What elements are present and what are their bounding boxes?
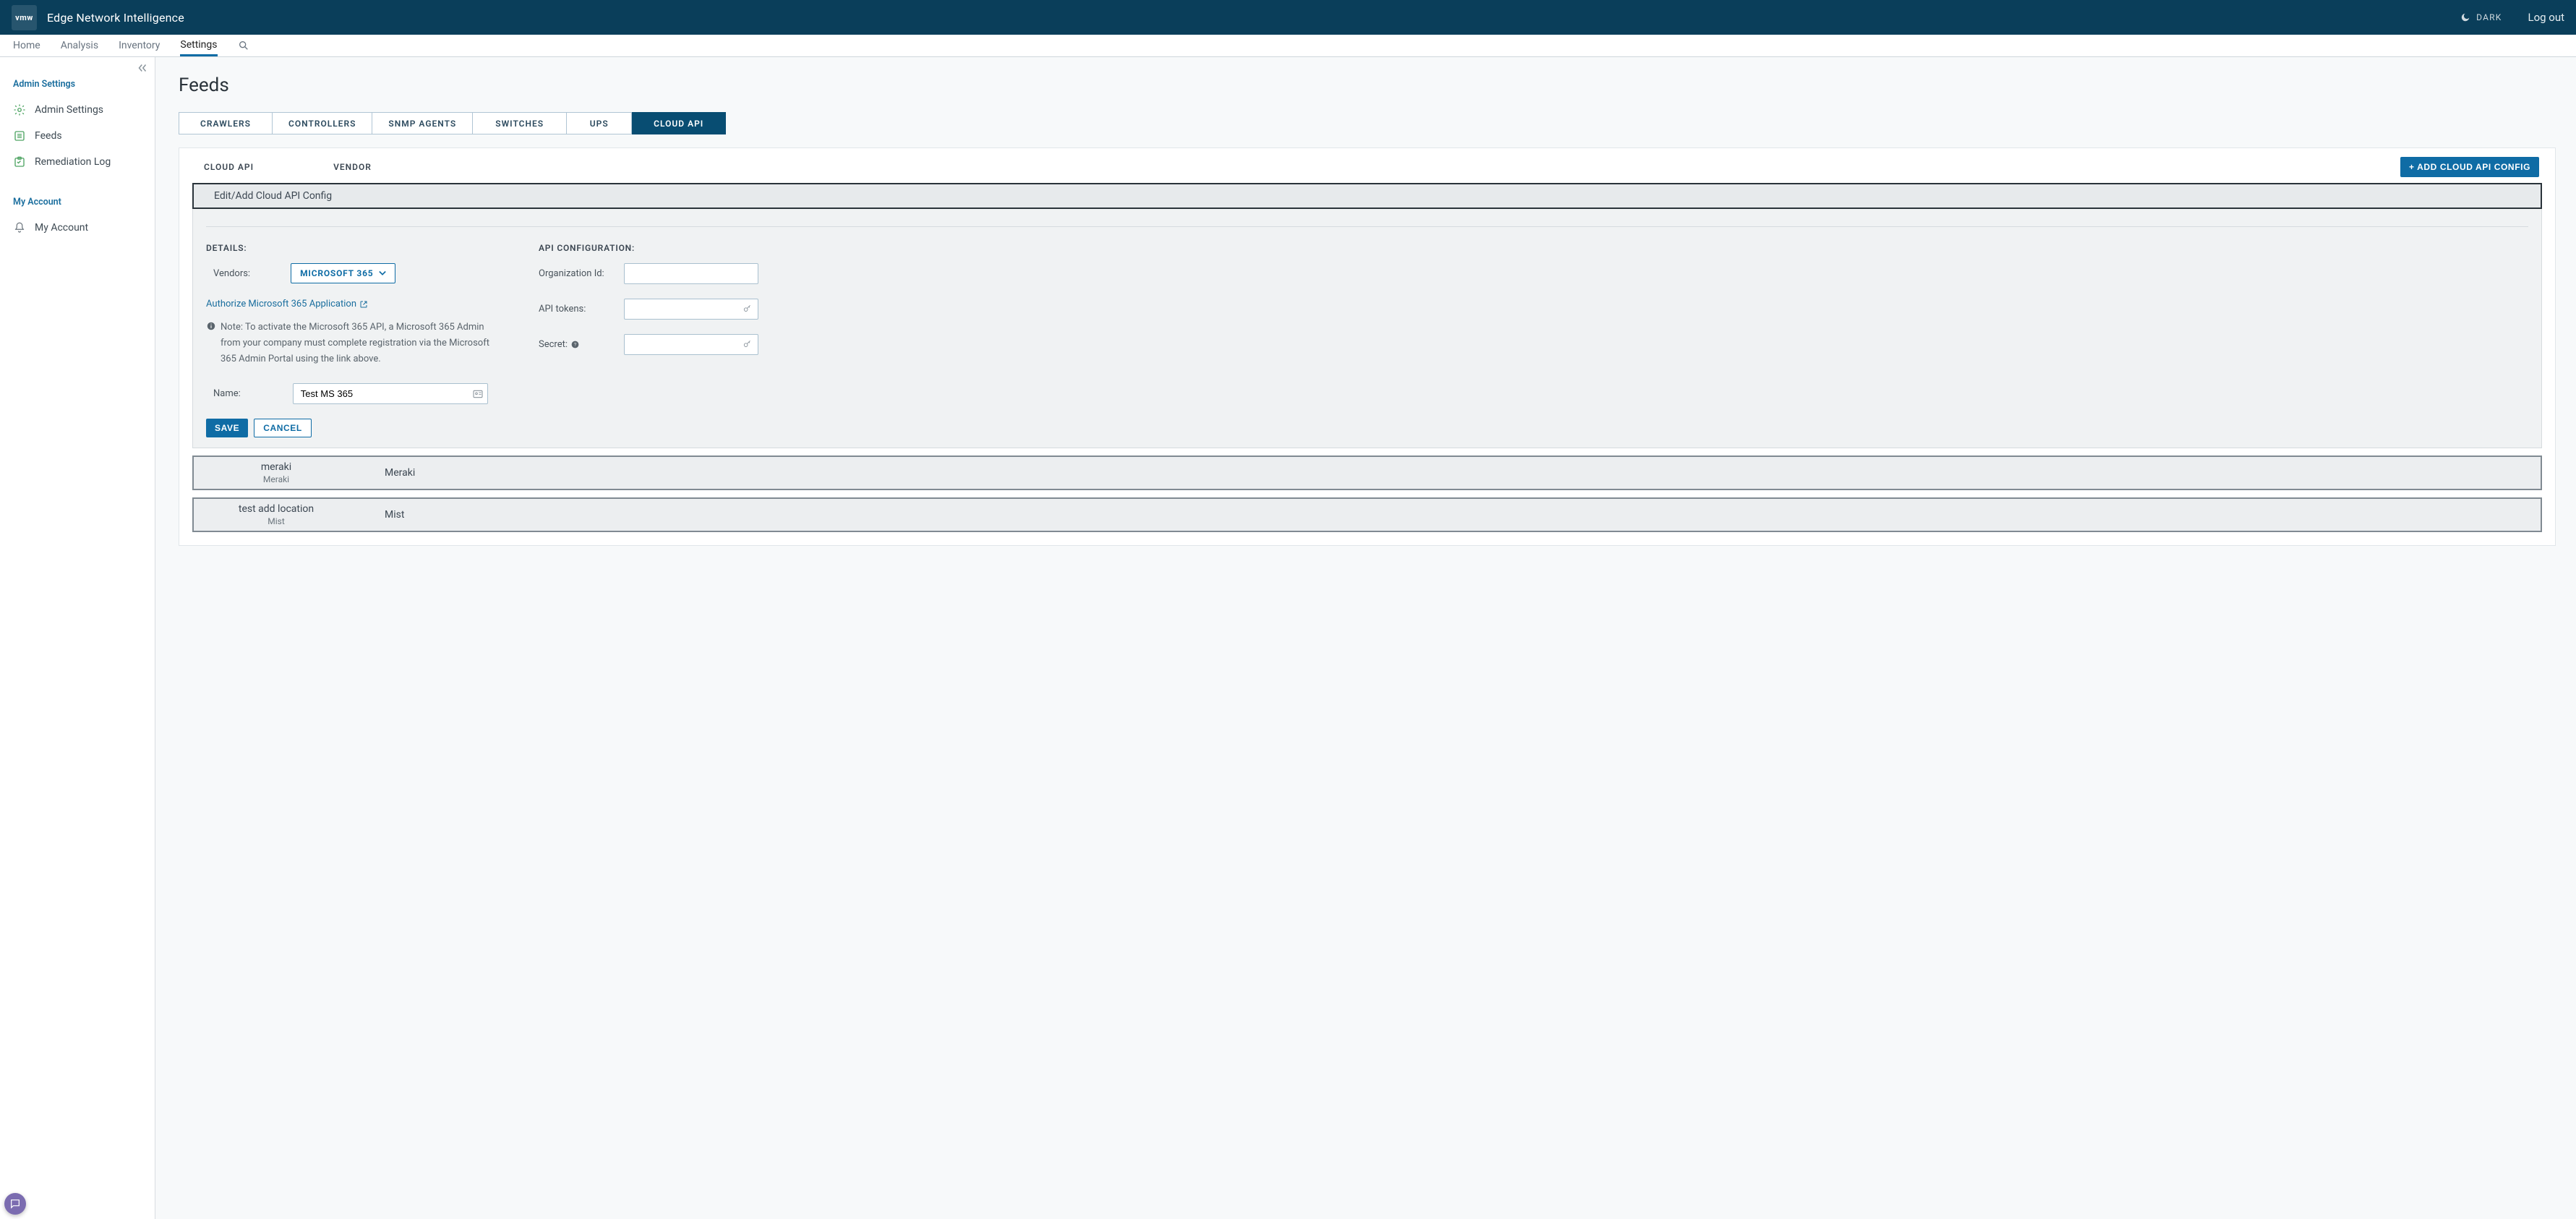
form-buttons: SAVE CANCEL [206,419,495,437]
tab-controllers[interactable]: CONTROLLERS [273,112,372,134]
org-id-input[interactable] [624,263,758,284]
main-content: Feeds CRAWLERS CONTROLLERS SNMP AGENTS S… [155,57,2576,1219]
row-secondary: Mist [211,516,341,526]
main-nav: Home Analysis Inventory Settings [0,35,2576,57]
help-chat-button[interactable] [4,1193,26,1215]
app-title: Edge Network Intelligence [47,11,184,25]
save-button[interactable]: SAVE [206,419,248,437]
vendor-select[interactable]: MICROSOFT 365 [291,263,395,283]
sidebar-item-label: Admin Settings [35,104,103,116]
app-header: vmw Edge Network Intelligence DARK Log o… [0,0,2576,35]
sidebar: Admin Settings Admin Settings Feeds Reme… [0,57,155,1219]
sidebar-item-admin-settings[interactable]: Admin Settings [0,97,155,123]
page-title: Feeds [179,74,2556,96]
info-icon [206,321,216,367]
vendors-label: Vendors: [213,268,250,279]
vmw-logo: vmw [12,5,37,30]
chat-icon [9,1198,21,1210]
sidebar-collapse-button[interactable] [136,61,149,74]
nav-settings[interactable]: Settings [180,35,217,56]
sidebar-section-account: My Account [0,175,155,215]
cancel-button[interactable]: CANCEL [254,419,312,437]
key-icon [743,339,754,351]
feed-type-tabs: CRAWLERS CONTROLLERS SNMP AGENTS SWITCHE… [179,112,2556,134]
secret-label: Secret: ? [539,339,612,350]
org-id-row: Organization Id: [539,263,770,284]
api-tokens-label: API tokens: [539,304,612,315]
tab-switches[interactable]: SWITCHES [473,112,567,134]
sidebar-item-label: Remediation Log [35,156,111,168]
org-id-label: Organization Id: [539,268,612,279]
nav-analysis[interactable]: Analysis [61,35,98,56]
note-text: Note: To activate the Microsoft 365 API,… [206,320,495,367]
api-tokens-input[interactable] [624,299,758,320]
tab-crawlers[interactable]: CRAWLERS [179,112,273,134]
sidebar-item-label: My Account [35,222,88,234]
chevrons-left-icon [136,61,149,74]
sidebar-item-feeds[interactable]: Feeds [0,123,155,149]
tab-cloud-api[interactable]: CLOUD API [632,112,726,134]
bell-icon [13,221,26,234]
details-label: DETAILS: [206,243,495,253]
external-link-icon [359,300,368,309]
name-input[interactable] [293,383,488,404]
theme-label: DARK [2476,12,2502,22]
sidebar-section-admin: Admin Settings [0,57,155,97]
contact-card-icon [472,388,484,400]
nav-search-button[interactable] [238,40,249,51]
caret-down-icon [379,270,386,276]
note-prefix: Note: [221,322,243,333]
nav-home[interactable]: Home [13,35,40,56]
list-icon [13,129,26,142]
row-primary: meraki [211,461,341,473]
sidebar-item-label: Feeds [35,130,62,142]
row-vendor: Meraki [385,467,415,479]
row-primary: test add location [211,503,341,515]
logout-link[interactable]: Log out [2528,11,2564,24]
api-tokens-row: API tokens: [539,299,770,320]
col-header-vendor: VENDOR [333,162,372,172]
tab-ups[interactable]: UPS [567,112,632,134]
nav-inventory[interactable]: Inventory [119,35,160,56]
theme-toggle[interactable]: DARK [2460,12,2502,22]
name-row: Name: [206,383,495,404]
sidebar-item-remediation-log[interactable]: Remediation Log [0,149,155,175]
checklist-icon [13,155,26,168]
help-icon[interactable]: ? [570,340,580,349]
row-secondary: Meraki [211,474,341,484]
cloud-api-panel: CLOUD API VENDOR + ADD CLOUD API CONFIG … [179,147,2556,546]
tab-snmp-agents[interactable]: SNMP AGENTS [372,112,473,134]
api-config-label: API CONFIGURATION: [539,243,770,253]
key-icon [743,304,754,315]
authorize-ms365-link[interactable]: Authorize Microsoft 365 Application [206,299,368,309]
col-header-cloud-api: CLOUD API [204,162,254,172]
secret-row: Secret: ? [539,334,770,355]
sidebar-item-my-account[interactable]: My Account [0,215,155,241]
note-body: To activate the Microsoft 365 API, a Mic… [221,322,489,364]
name-label: Name: [213,388,241,399]
edit-banner: Edit/Add Cloud API Config [192,183,2542,209]
logo-text: vmw [15,13,33,22]
edit-form: DETAILS: Vendors: MICROSOFT 365 [192,209,2542,448]
api-config-column: API CONFIGURATION: Organization Id: API … [539,243,770,437]
vendor-selected-value: MICROSOFT 365 [300,268,373,278]
secret-input[interactable] [624,334,758,355]
gear-icon [13,103,26,116]
details-column: DETAILS: Vendors: MICROSOFT 365 [206,243,495,437]
row-vendor: Mist [385,509,404,521]
add-cloud-api-config-button[interactable]: + ADD CLOUD API CONFIG [2400,157,2539,177]
cloud-api-row[interactable]: meraki Meraki Meraki [192,455,2542,490]
panel-head: CLOUD API VENDOR + ADD CLOUD API CONFIG [179,148,2555,183]
moon-icon [2460,12,2470,22]
cloud-api-row[interactable]: test add location Mist Mist [192,497,2542,532]
authorize-link-text: Authorize Microsoft 365 Application [206,299,356,309]
search-icon [238,40,249,51]
svg-text:?: ? [574,343,577,348]
vendors-row: Vendors: MICROSOFT 365 [206,263,495,283]
